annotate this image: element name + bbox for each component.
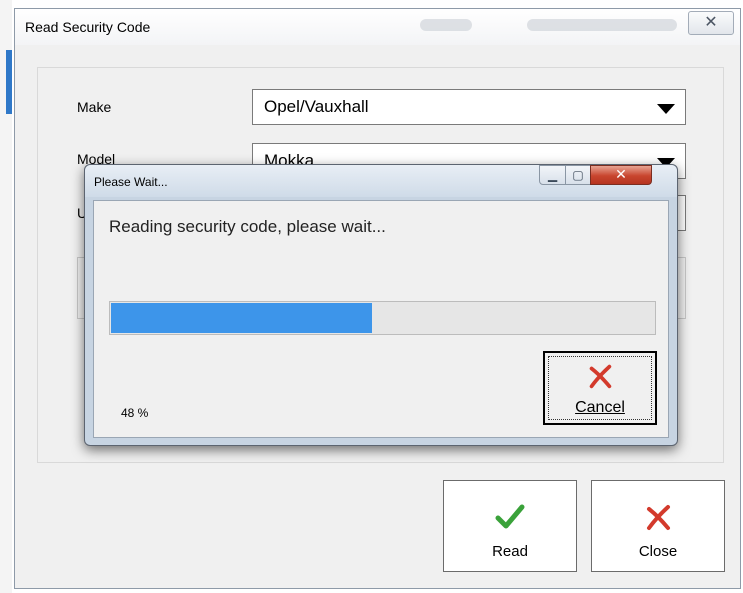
checkmark-icon bbox=[495, 504, 525, 529]
maximize-icon: ▢ bbox=[572, 168, 584, 182]
close-button[interactable]: Close bbox=[591, 480, 725, 572]
maximize-button[interactable]: ▢ bbox=[565, 165, 591, 185]
close-icon: ✕ bbox=[704, 12, 718, 31]
red-x-icon bbox=[589, 364, 612, 389]
window-title: Read Security Code bbox=[25, 19, 151, 35]
blurred-title-info bbox=[527, 19, 677, 31]
blurred-title-info bbox=[420, 19, 472, 31]
close-dialog-button[interactable]: ✕ bbox=[590, 165, 652, 185]
background-window-edge bbox=[0, 0, 12, 593]
minimize-button[interactable]: ▁ bbox=[539, 165, 566, 185]
red-x-icon bbox=[647, 505, 670, 530]
make-value: Opel/Vauxhall bbox=[264, 97, 369, 116]
close-window-button[interactable]: ✕ bbox=[688, 11, 734, 35]
make-dropdown[interactable]: Opel/Vauxhall bbox=[252, 89, 686, 125]
please-wait-content: Reading security code, please wait... 48… bbox=[93, 200, 669, 438]
minimize-icon: ▁ bbox=[547, 168, 558, 182]
please-wait-dialog: Please Wait... ▁ ▢ ✕ Reading security co… bbox=[84, 164, 678, 446]
progress-bar bbox=[109, 301, 656, 335]
cancel-button[interactable]: Cancel bbox=[543, 351, 657, 425]
read-button[interactable]: Read bbox=[443, 480, 577, 572]
progress-percent: 48 % bbox=[121, 406, 149, 420]
please-wait-title: Please Wait... bbox=[94, 175, 168, 189]
read-button-label: Read bbox=[492, 543, 528, 560]
progress-bar-fill bbox=[111, 303, 372, 333]
title-bar: Read Security Code ✕ bbox=[15, 9, 740, 45]
please-wait-title-bar: Please Wait... ▁ ▢ ✕ bbox=[85, 165, 677, 197]
status-message: Reading security code, please wait... bbox=[109, 217, 386, 236]
cancel-button-label: Cancel bbox=[575, 399, 625, 416]
chevron-down-icon bbox=[657, 104, 675, 114]
close-icon: ✕ bbox=[615, 167, 627, 183]
make-label: Make bbox=[77, 99, 112, 115]
close-button-label: Close bbox=[638, 543, 678, 560]
background-window-accent bbox=[6, 50, 12, 114]
